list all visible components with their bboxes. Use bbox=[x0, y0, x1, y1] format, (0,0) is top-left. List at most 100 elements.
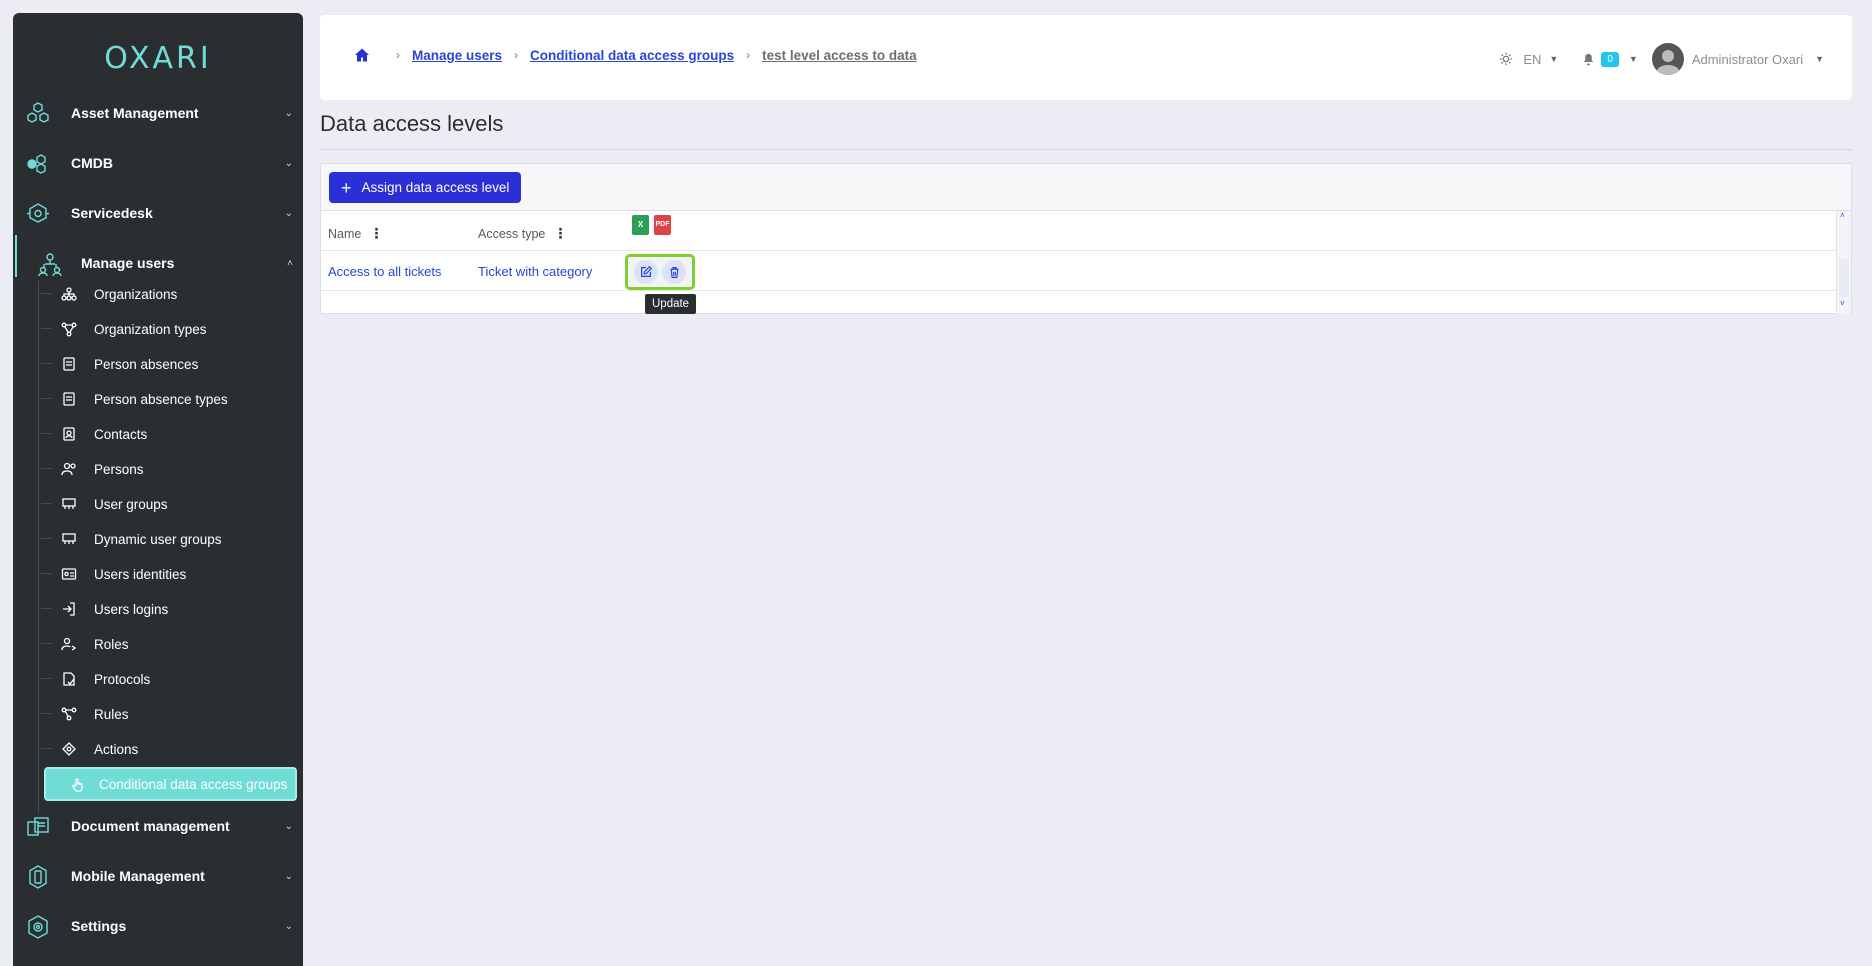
vertical-scrollbar[interactable]: ˄ ˅ bbox=[1836, 211, 1851, 314]
notification-badge[interactable]: 0 bbox=[1601, 51, 1619, 67]
column-label: Name bbox=[328, 226, 362, 241]
table-header: Name ⋮ Access type ⋮ X PDF bbox=[321, 211, 1836, 251]
page-title: Data access levels bbox=[320, 111, 504, 136]
chevron-down-icon: ⌄ bbox=[284, 207, 293, 219]
tree-line bbox=[38, 281, 39, 813]
chevron-right-icon: › bbox=[746, 48, 751, 62]
bell-icon[interactable] bbox=[1582, 53, 1595, 66]
cell-access-type[interactable]: Ticket with category bbox=[478, 264, 592, 279]
breadcrumb-manage-users[interactable]: Manage users bbox=[412, 48, 502, 63]
actions-icon bbox=[62, 742, 76, 756]
sidebar-item-roles[interactable]: Roles bbox=[41, 629, 303, 659]
protocol-icon bbox=[63, 672, 75, 686]
sidebar-item-rules[interactable]: Rules bbox=[41, 699, 303, 729]
sidebar-item-label: Rules bbox=[94, 706, 129, 722]
nav-manage-users[interactable]: Manage users ˄ bbox=[13, 243, 303, 283]
caret-down-icon[interactable]: ▼ bbox=[1549, 54, 1558, 64]
sidebar-item-conditional-data-access-groups[interactable]: Conditional data access groups bbox=[44, 767, 297, 801]
nav-label: Manage users bbox=[81, 255, 175, 271]
cell-name[interactable]: Access to all tickets bbox=[328, 264, 441, 279]
column-label: Access type bbox=[478, 226, 546, 241]
sidebar-item-protocols[interactable]: Protocols bbox=[41, 664, 303, 694]
sidebar: OXARI Asset Management ⌄ CMDB ⌄ Serviced… bbox=[13, 13, 303, 966]
scrollbar-thumb[interactable] bbox=[1839, 259, 1849, 297]
nav-label: Asset Management bbox=[71, 105, 199, 121]
sidebar-item-actions[interactable]: Actions bbox=[41, 734, 303, 764]
sidebar-item-organization-types[interactable]: Organization types bbox=[41, 314, 303, 344]
row-actions bbox=[625, 254, 695, 290]
hexagons-icon bbox=[27, 102, 49, 123]
sidebar-item-label: Persons bbox=[94, 461, 144, 477]
sidebar-item-label: User groups bbox=[94, 496, 168, 512]
nav-label: Mobile Management bbox=[71, 868, 205, 884]
sidebar-item-users-identities[interactable]: Users identities bbox=[41, 559, 303, 589]
avatar[interactable] bbox=[1651, 43, 1684, 75]
sidebar-item-label: Users identities bbox=[94, 566, 187, 582]
home-icon[interactable] bbox=[354, 47, 370, 63]
sidebar-item-label: Person absences bbox=[94, 356, 199, 372]
pdf-export-icon[interactable]: PDF bbox=[654, 215, 671, 235]
nav-asset-management[interactable]: Asset Management ⌄ bbox=[13, 93, 303, 133]
sidebar-item-persons[interactable]: Persons bbox=[41, 454, 303, 484]
column-header-name[interactable]: Name ⋮ bbox=[328, 225, 383, 242]
settings-gear-icon bbox=[28, 915, 48, 939]
chevron-up-icon: ˄ bbox=[287, 257, 293, 269]
header-actions: EN ▼ 0 ▼ Administrator Oxari ▼ bbox=[1499, 43, 1824, 75]
edit-icon bbox=[641, 265, 653, 277]
sidebar-item-contacts[interactable]: Contacts bbox=[41, 419, 303, 449]
column-header-access-type[interactable]: Access type ⋮ bbox=[478, 225, 567, 242]
chevron-down-icon: ⌄ bbox=[284, 920, 293, 932]
nav-label: Settings bbox=[71, 918, 127, 934]
breadcrumb-current: test level access to data bbox=[762, 47, 917, 63]
assign-data-access-level-button[interactable]: + Assign data access level bbox=[329, 172, 522, 203]
user-name[interactable]: Administrator Oxari bbox=[1692, 52, 1803, 67]
document-icon bbox=[63, 392, 75, 406]
table-row: Access to all tickets Ticket with catego… bbox=[321, 251, 1836, 291]
plus-icon: + bbox=[341, 177, 352, 198]
org-chart-icon bbox=[61, 287, 77, 301]
breadcrumb-conditional-data-access-groups[interactable]: Conditional data access groups bbox=[530, 48, 734, 63]
sidebar-item-label: Roles bbox=[94, 636, 129, 652]
persons-icon bbox=[61, 462, 76, 476]
nav-settings[interactable]: Settings ⌄ bbox=[13, 906, 303, 946]
rules-icon bbox=[61, 707, 77, 721]
sidebar-item-dynamic-user-groups[interactable]: Dynamic user groups bbox=[41, 524, 303, 554]
delete-button[interactable] bbox=[662, 260, 686, 284]
nav-document-management[interactable]: Document management ⌄ bbox=[13, 806, 303, 846]
nav-label: CMDB bbox=[71, 155, 113, 171]
sidebar-item-label: Person absence types bbox=[94, 391, 228, 407]
edit-button[interactable] bbox=[634, 260, 658, 284]
language-selector[interactable]: EN bbox=[1523, 52, 1541, 67]
sidebar-item-label: Dynamic user groups bbox=[94, 531, 222, 547]
scroll-down-icon[interactable]: ˅ bbox=[1840, 299, 1845, 308]
nav-cmdb[interactable]: CMDB ⌄ bbox=[13, 143, 303, 183]
trash-icon bbox=[669, 266, 679, 278]
document-icon bbox=[63, 357, 75, 371]
sidebar-item-person-absence-types[interactable]: Person absence types bbox=[41, 384, 303, 414]
caret-down-icon[interactable]: ▼ bbox=[1629, 54, 1638, 64]
eye-hexagon-icon bbox=[27, 203, 49, 223]
scroll-up-icon[interactable]: ˄ bbox=[1840, 211, 1845, 220]
sidebar-item-users-logins[interactable]: Users logins bbox=[41, 594, 303, 624]
data-table-panel: + Assign data access level Name ⋮ Access… bbox=[320, 163, 1852, 314]
user-groups-icon bbox=[62, 533, 76, 544]
cmdb-icon bbox=[27, 154, 46, 174]
column-menu-icon[interactable]: ⋮ bbox=[369, 225, 383, 242]
nav-servicedesk[interactable]: Servicedesk ⌄ bbox=[13, 193, 303, 233]
caret-down-icon[interactable]: ▼ bbox=[1815, 54, 1824, 64]
chevron-down-icon: ⌄ bbox=[284, 820, 293, 832]
sidebar-item-label: Organizations bbox=[94, 286, 178, 302]
users-tree-icon bbox=[38, 253, 62, 277]
nav-mobile-management[interactable]: Mobile Management ⌄ bbox=[13, 856, 303, 896]
breadcrumb: › Manage users › Conditional data access… bbox=[354, 47, 917, 63]
excel-export-icon[interactable]: X bbox=[632, 215, 649, 235]
sidebar-item-organizations[interactable]: Organizations bbox=[41, 279, 303, 309]
chevron-right-icon: › bbox=[514, 48, 519, 62]
chevron-right-icon: › bbox=[396, 48, 400, 62]
sidebar-item-user-groups[interactable]: User groups bbox=[41, 489, 303, 519]
column-menu-icon[interactable]: ⋮ bbox=[553, 225, 567, 242]
nav-label: Servicedesk bbox=[71, 205, 153, 221]
sun-icon[interactable] bbox=[1499, 52, 1513, 66]
contact-card-icon bbox=[63, 427, 75, 441]
sidebar-item-person-absences[interactable]: Person absences bbox=[41, 349, 303, 379]
